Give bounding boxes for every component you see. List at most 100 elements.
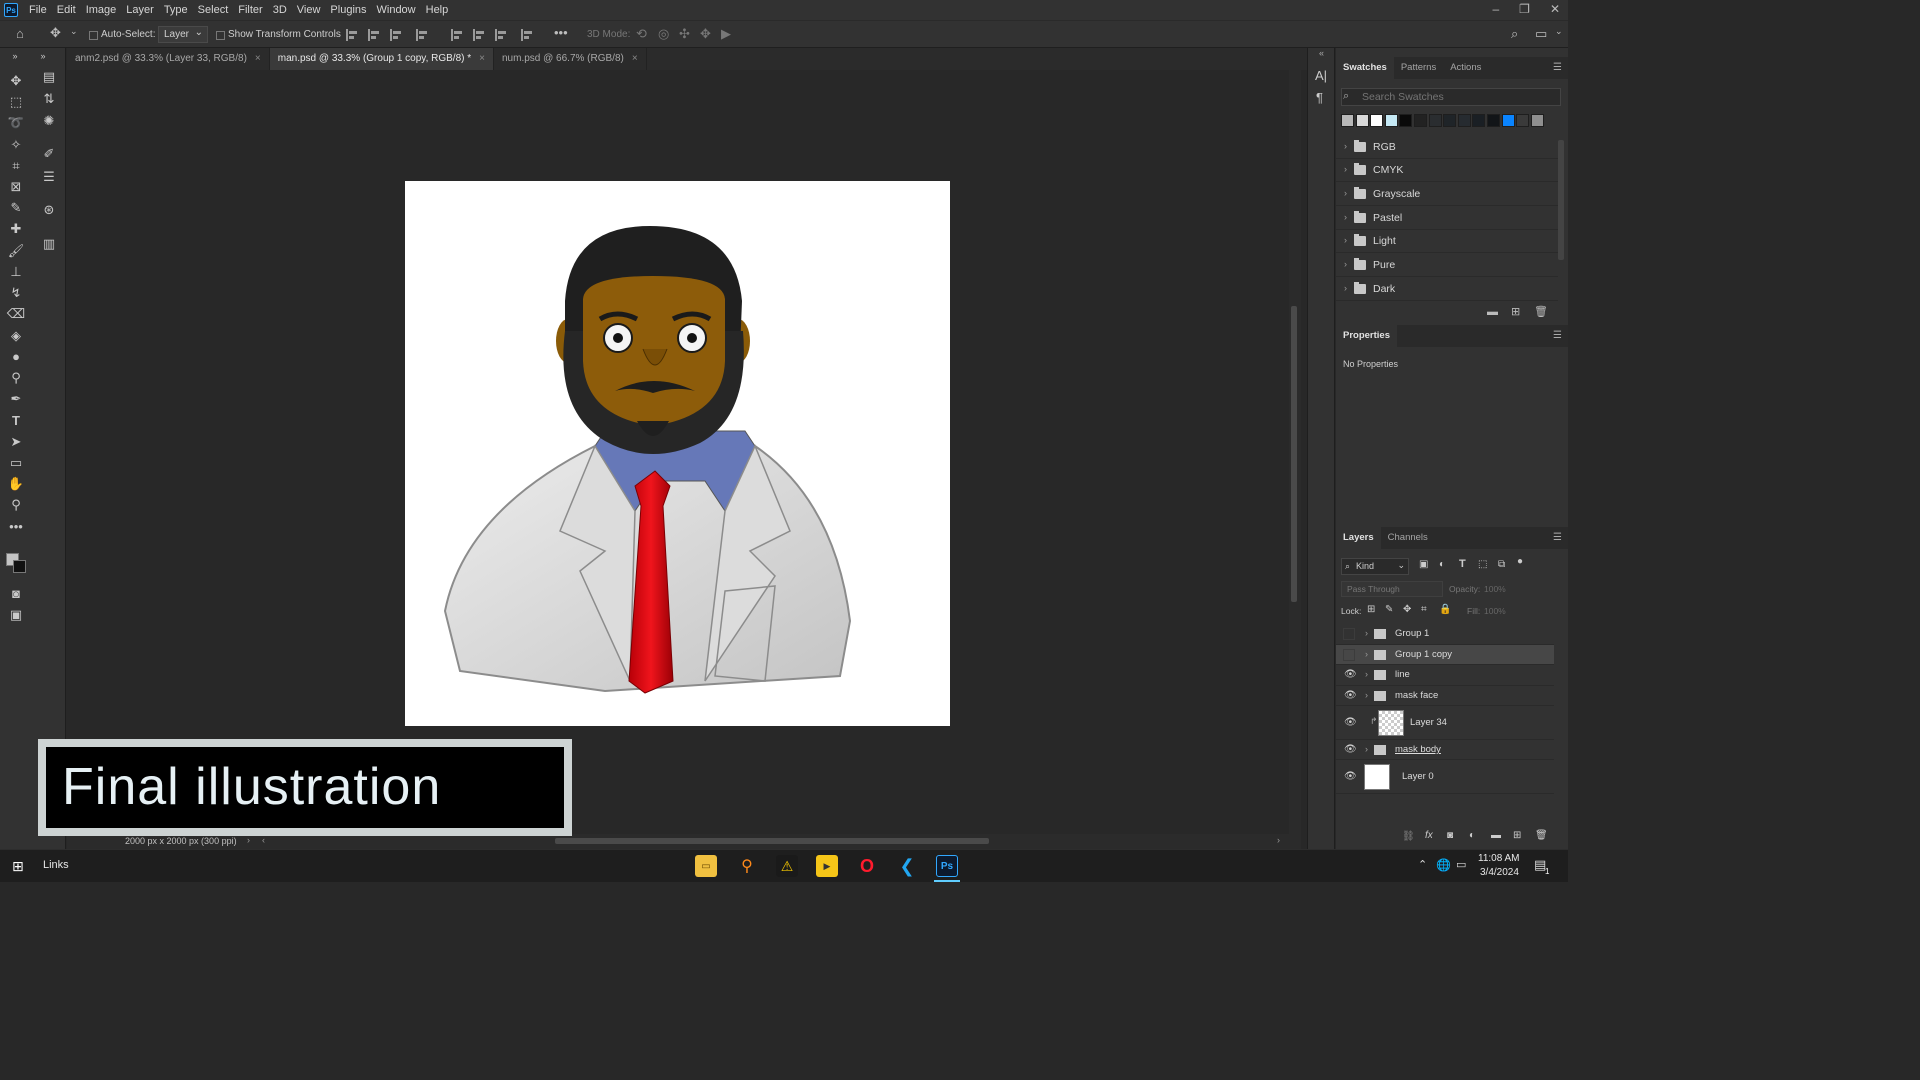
color-swatch[interactable]	[1355, 114, 1369, 127]
chevron-right-icon[interactable]: ›	[1365, 649, 1368, 659]
layer-style-icon[interactable]: fx	[1425, 830, 1433, 841]
menu-plugins[interactable]: Plugins	[325, 0, 371, 20]
eraser-tool-icon[interactable]: ⌫	[6, 305, 26, 323]
filter-shape-icon[interactable]: ⬚	[1478, 559, 1487, 570]
search-app-icon[interactable]: ⚲	[736, 855, 758, 877]
chevron-right-icon[interactable]: ›	[1344, 141, 1347, 151]
filter-smart-object-icon[interactable]: ⧉	[1498, 559, 1505, 570]
swatches-scrollbar[interactable]	[1558, 140, 1564, 260]
history-brush-tool-icon[interactable]: ↯	[6, 284, 26, 302]
color-swatches-icon[interactable]	[6, 553, 30, 575]
color-swatch[interactable]	[1399, 114, 1413, 127]
filter-adjustment-icon[interactable]: ◐	[1439, 559, 1445, 570]
menu-filter[interactable]: Filter	[233, 0, 267, 20]
distribute-icon[interactable]	[416, 29, 429, 41]
lock-artboard-icon[interactable]: ⌗	[1421, 604, 1427, 615]
color-swatch[interactable]	[1443, 114, 1457, 127]
eyedropper-tool-icon[interactable]: ✎	[6, 199, 26, 217]
start-icon[interactable]: ⊞	[12, 858, 24, 875]
canvas-area[interactable]	[67, 70, 1287, 834]
eye-icon[interactable]: 👁	[1344, 717, 1357, 728]
3d-camera-icon[interactable]: ▶	[721, 26, 731, 42]
marquee-tool-icon[interactable]: ⬚	[6, 93, 26, 111]
restore-icon[interactable]: ❐	[1519, 0, 1530, 18]
vertical-scrollbar[interactable]	[1289, 70, 1301, 834]
layer-row-group-1-copy[interactable]: › Group 1 copy	[1336, 645, 1554, 665]
color-swatch[interactable]	[1487, 114, 1500, 127]
chevron-right-icon[interactable]: ›	[1344, 235, 1347, 245]
eye-icon[interactable]: 👁	[1344, 669, 1357, 680]
distribute-vertical-icon[interactable]	[521, 29, 534, 41]
panel-menu-icon[interactable]: ☰	[1553, 62, 1562, 73]
workspace-dropdown-icon[interactable]: ⌄	[1555, 26, 1563, 37]
clone-source-icon[interactable]: ⊛	[39, 201, 59, 219]
tab-layers[interactable]: Layers	[1336, 527, 1381, 549]
clone-stamp-tool-icon[interactable]: ⊥	[6, 263, 26, 281]
swatch-folder-dark[interactable]: › Dark	[1336, 278, 1558, 301]
color-swatch[interactable]	[1384, 114, 1398, 127]
adjustment-layer-icon[interactable]: ◐	[1469, 830, 1475, 841]
minimize-icon[interactable]: –	[1492, 0, 1499, 18]
frame-tool-icon[interactable]: ⊠	[6, 178, 26, 196]
menu-edit[interactable]: Edit	[52, 0, 81, 20]
globe-icon[interactable]: 🌐	[1436, 858, 1451, 872]
brush-presets-icon[interactable]: ✐	[39, 145, 59, 163]
screen-mode-icon[interactable]: ▣	[6, 606, 26, 624]
menu-image[interactable]: Image	[81, 0, 122, 20]
filter-toggle-icon[interactable]: ●	[1517, 556, 1523, 567]
close-icon[interactable]: ✕	[1550, 0, 1560, 18]
menu-file[interactable]: File	[24, 0, 52, 20]
filter-type-icon[interactable]: T	[1459, 558, 1466, 570]
link-layers-icon[interactable]: ⛓	[1402, 831, 1415, 842]
swatch-folder-pure[interactable]: › Pure	[1336, 254, 1558, 277]
lock-position-icon[interactable]: ✥	[1403, 604, 1411, 615]
filter-pixel-icon[interactable]: ▣	[1419, 559, 1428, 570]
lock-transparent-icon[interactable]: ⊞	[1367, 604, 1375, 615]
blur-tool-icon[interactable]: ●	[6, 348, 26, 366]
pen-tool-icon[interactable]: ✒	[6, 390, 26, 408]
swatch-folder-rgb[interactable]: › RGB	[1336, 136, 1558, 159]
paint-bucket-tool-icon[interactable]: ◈	[6, 327, 26, 345]
chevron-right-icon[interactable]: ›	[1344, 212, 1347, 222]
new-layer-icon[interactable]: ⊞	[1513, 830, 1521, 841]
chevron-right-icon[interactable]: ›	[1344, 164, 1347, 174]
panel-menu-icon[interactable]: ☰	[1553, 330, 1562, 341]
dodge-tool-icon[interactable]: ⚲	[6, 369, 26, 387]
clock-time[interactable]: 11:08 AM	[1478, 853, 1520, 864]
app-triangle-icon[interactable]: ⚠	[776, 855, 798, 877]
align-left-icon[interactable]	[346, 29, 359, 41]
panel-menu-icon[interactable]: ☰	[1553, 532, 1562, 543]
chevron-right-icon[interactable]: ›	[1344, 283, 1347, 293]
crop-tool-icon[interactable]: ⌗	[6, 157, 26, 175]
chevron-up-icon[interactable]: ⌃	[1418, 858, 1427, 871]
opacity-field[interactable]: 100%	[1484, 584, 1506, 594]
path-selection-tool-icon[interactable]: ➤	[6, 433, 26, 451]
swatches-search-input[interactable]	[1341, 88, 1561, 106]
eye-icon[interactable]: 👁	[1344, 690, 1357, 701]
move-tool-icon[interactable]: ✥	[6, 72, 26, 90]
align-bottom-icon[interactable]	[495, 29, 508, 41]
document-info[interactable]: 2000 px x 2000 px (300 ppi)	[125, 836, 237, 846]
color-swatch[interactable]	[1501, 114, 1515, 127]
swatch-folder-grayscale[interactable]: › Grayscale	[1336, 183, 1558, 206]
color-swatch[interactable]	[1472, 114, 1486, 127]
layer-row-layer-34[interactable]: 👁 ↱ Layer 34	[1336, 706, 1554, 740]
color-swatch[interactable]	[1414, 114, 1427, 127]
layer-row-line[interactable]: 👁 › line	[1336, 665, 1554, 686]
collapse-panels-icon[interactable]: «	[1319, 48, 1324, 58]
document-canvas[interactable]	[405, 181, 950, 726]
tab-man[interactable]: man.psd @ 33.3% (Group 1 copy, RGB/8) * ×	[269, 48, 494, 70]
new-swatch-icon[interactable]: ⊞	[1511, 305, 1520, 318]
align-top-icon[interactable]	[451, 29, 464, 41]
menu-layer[interactable]: Layer	[121, 0, 159, 20]
visibility-toggle[interactable]	[1343, 628, 1355, 640]
menu-window[interactable]: Window	[372, 0, 421, 20]
swatch-folder-cmyk[interactable]: › CMYK	[1336, 159, 1558, 182]
scroll-left-icon[interactable]: ‹	[262, 835, 265, 845]
color-swatch[interactable]	[1341, 114, 1354, 127]
chevron-right-icon[interactable]: ›	[1344, 188, 1347, 198]
chevron-right-icon[interactable]: ›	[1365, 628, 1368, 638]
scroll-thumb[interactable]	[1291, 306, 1297, 602]
edit-toolbar-icon[interactable]: •••	[6, 518, 26, 536]
clock-date[interactable]: 3/4/2024	[1480, 867, 1519, 878]
